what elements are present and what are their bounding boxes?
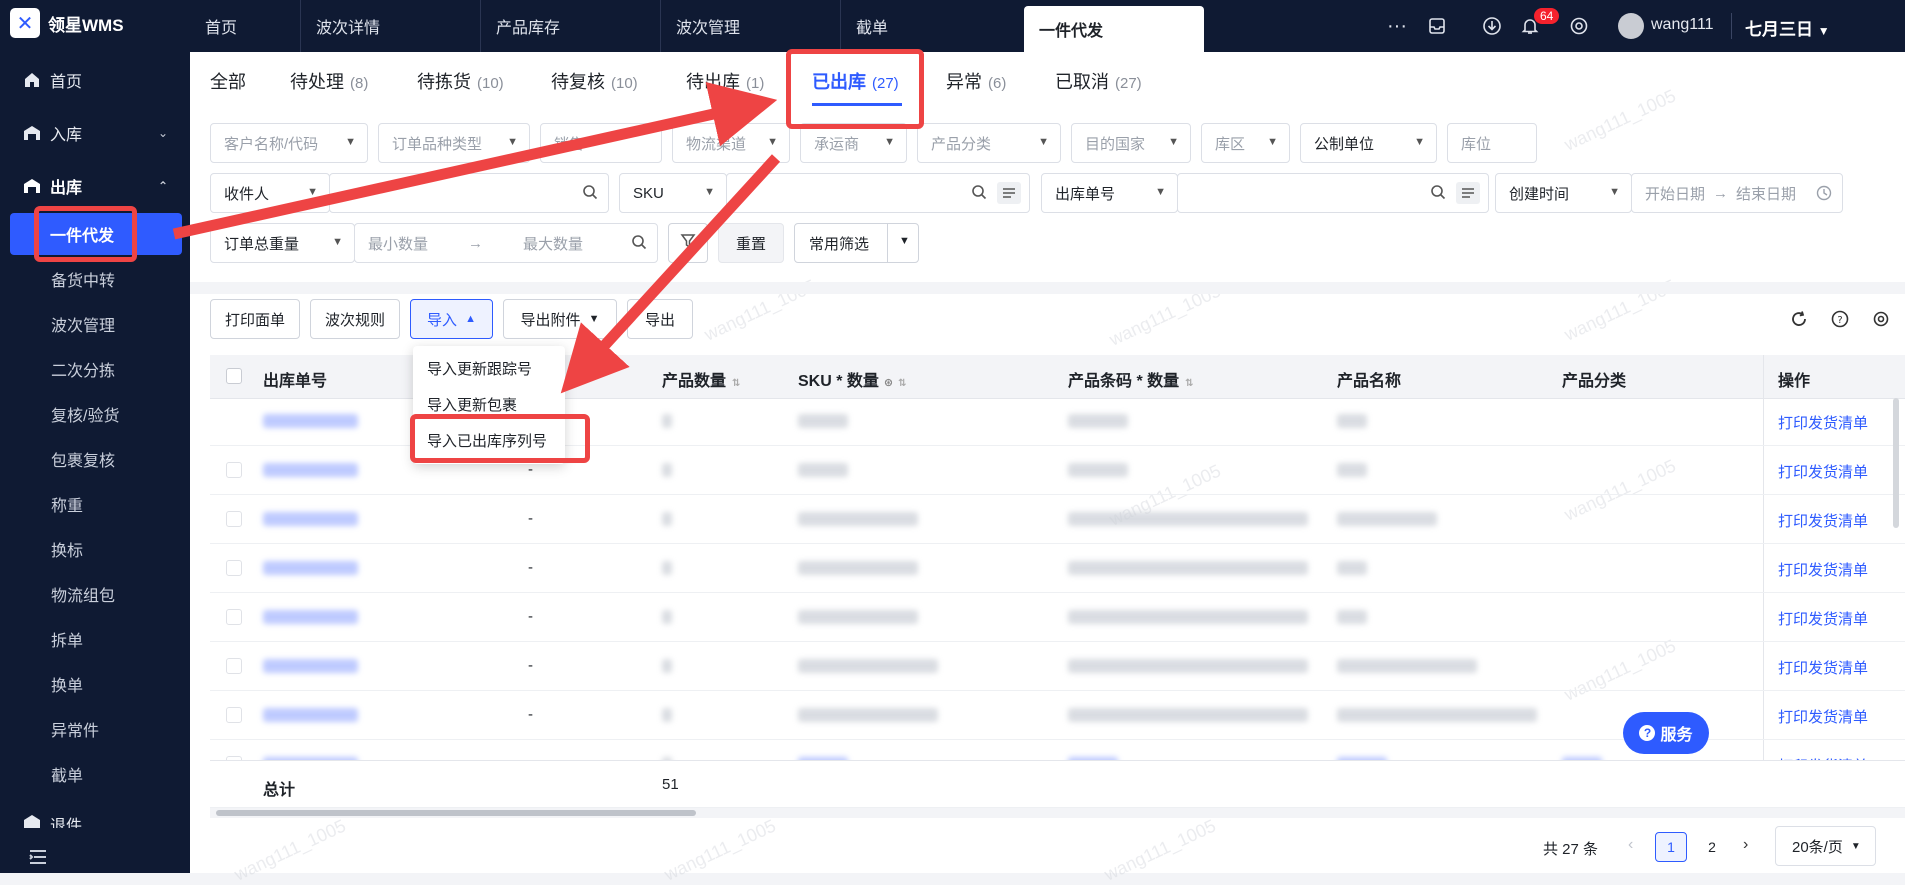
- arrow-to-menu: [560, 154, 781, 394]
- arrow-to-tab: [172, 81, 778, 240]
- annotation-arrows: [172, 81, 781, 394]
